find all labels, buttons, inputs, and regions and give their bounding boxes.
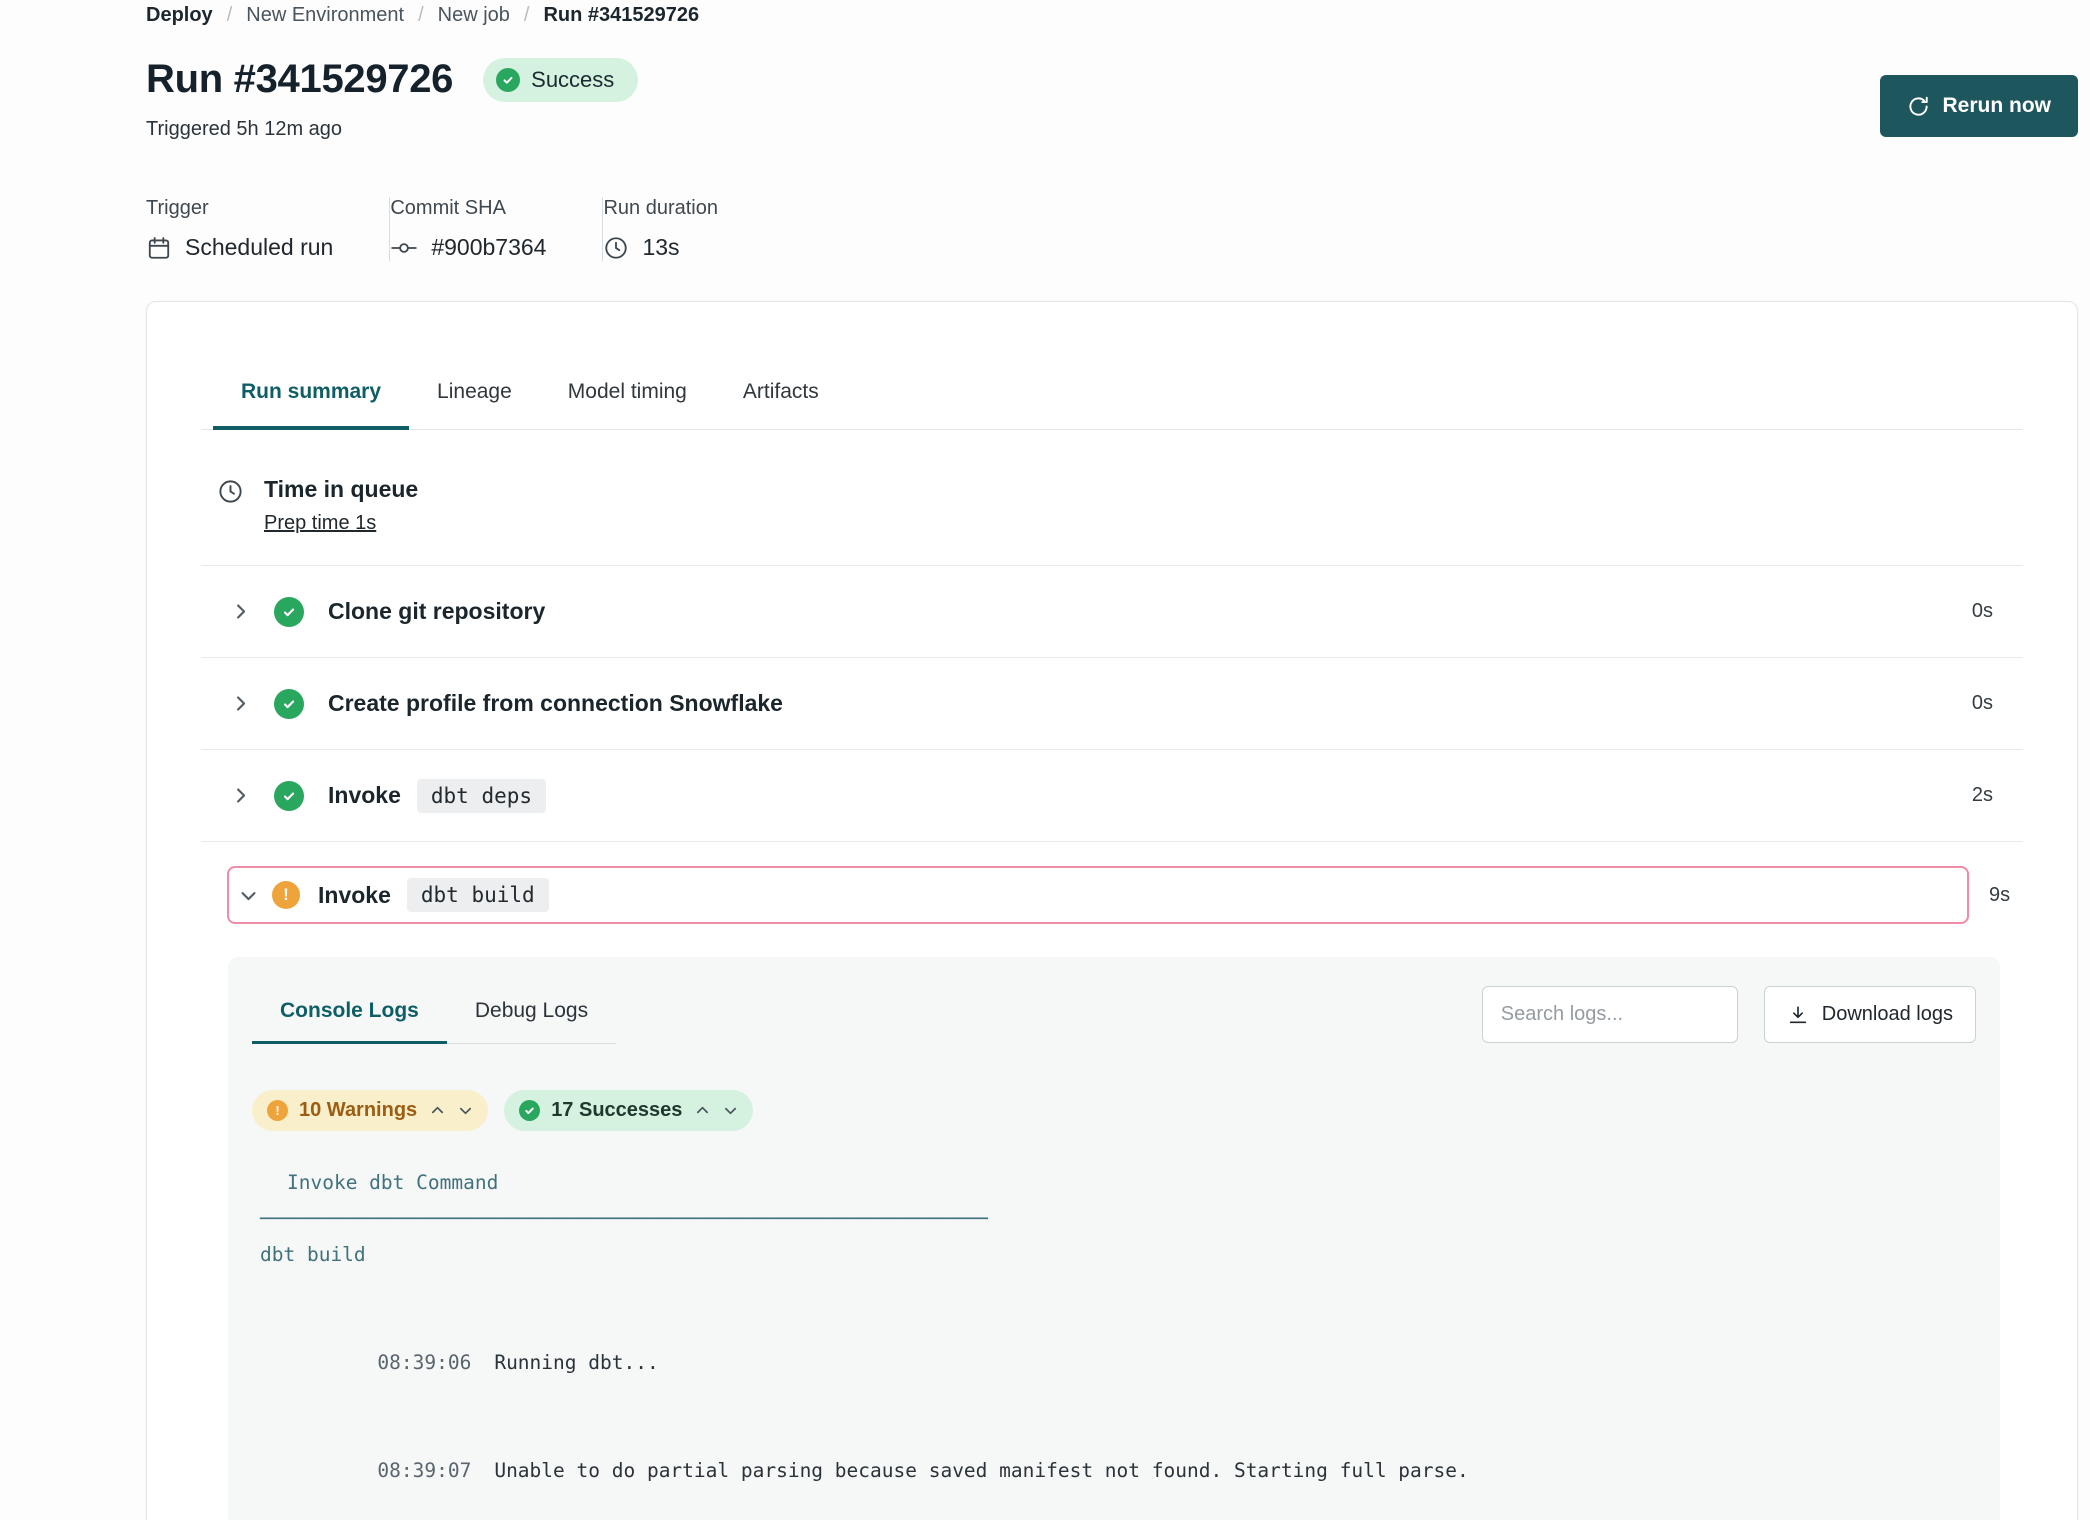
clock-icon [603, 235, 629, 261]
tab-lineage[interactable]: Lineage [409, 380, 540, 430]
tab-artifacts[interactable]: Artifacts [715, 380, 847, 430]
chevron-down-icon[interactable] [458, 1103, 473, 1118]
rerun-now-label: Rerun now [1943, 94, 2052, 118]
tab-model-timing[interactable]: Model timing [540, 380, 715, 430]
run-tabs: Run summary Lineage Model timing Artifac… [201, 380, 2023, 430]
chevron-up-icon[interactable] [430, 1103, 445, 1118]
warnings-count: 10 Warnings [299, 1099, 417, 1122]
log-message: Unable to do partial parsing because sav… [494, 1459, 1468, 1482]
log-command-header: Invoke dbt Command [252, 1165, 1976, 1201]
breadcrumb-new-job[interactable]: New job [438, 4, 510, 27]
breadcrumb-separator: / [524, 4, 530, 27]
chevron-down-icon[interactable] [239, 886, 258, 905]
step-duration: 0s [1972, 692, 1993, 715]
status-badge-label: Success [531, 67, 614, 93]
step-invoke-dbt-build[interactable]: ! Invoke dbt build [227, 866, 1969, 924]
successes-count: 17 Successes [551, 1099, 682, 1122]
step-command-chip: dbt build [407, 878, 549, 912]
step-label: Clone git repository [328, 598, 545, 625]
step-duration: 0s [1972, 600, 1993, 623]
breadcrumb-new-environment[interactable]: New Environment [246, 4, 404, 27]
chevron-right-icon[interactable] [231, 694, 250, 713]
run-duration-value: 13s [642, 234, 679, 261]
log-message: Running dbt... [494, 1351, 658, 1374]
step-duration: 9s [1989, 884, 2023, 907]
step-label: Invoke [318, 882, 391, 909]
search-logs-input[interactable] [1482, 986, 1738, 1043]
prep-time-link[interactable]: Prep time 1s [264, 512, 376, 535]
page: Deploy / New Environment / New job / Run… [146, 0, 2078, 1520]
successes-pill[interactable]: 17 Successes [504, 1090, 753, 1131]
breadcrumb-separator: / [227, 4, 233, 27]
success-check-icon [274, 689, 304, 719]
logs-header: Console Logs Debug Logs Download logs [252, 985, 1976, 1044]
rerun-now-button[interactable]: Rerun now [1880, 75, 2079, 137]
download-logs-button[interactable]: Download logs [1764, 986, 1976, 1043]
warnings-pill[interactable]: ! 10 Warnings [252, 1090, 488, 1131]
warning-icon: ! [272, 881, 300, 909]
log-line: 08:39:07 Unable to do partial parsing bec… [252, 1417, 1976, 1520]
chevron-right-icon[interactable] [231, 602, 250, 621]
tab-debug-logs[interactable]: Debug Logs [447, 985, 616, 1044]
breadcrumb-current-run: Run #341529726 [543, 4, 699, 27]
status-badge: Success [483, 58, 638, 102]
download-icon [1787, 1004, 1809, 1026]
breadcrumb-deploy[interactable]: Deploy [146, 4, 213, 27]
commit-icon [390, 235, 418, 261]
log-filter-pills: ! 10 Warnings 17 Successes [252, 1090, 1976, 1131]
tab-console-logs[interactable]: Console Logs [252, 985, 447, 1044]
step-invoke-dbt-build-row: ! Invoke dbt build 9s [227, 866, 2023, 924]
log-separator-line: ────────────────────────────────────────… [252, 1201, 1976, 1237]
log-line: 08:39:06 Running dbt... [252, 1309, 1976, 1417]
step-command-chip: dbt deps [417, 779, 546, 813]
calendar-icon [146, 235, 172, 261]
commit-sha-label: Commit SHA [390, 197, 546, 220]
chevron-down-icon[interactable] [723, 1103, 738, 1118]
log-tabs: Console Logs Debug Logs [252, 985, 616, 1044]
download-logs-label: Download logs [1822, 1003, 1953, 1026]
breadcrumb-separator: / [418, 4, 424, 27]
trigger-label: Trigger [146, 197, 333, 220]
step-invoke-dbt-deps[interactable]: Invoke dbt deps 2s [201, 750, 2023, 842]
step-label: Invoke [328, 782, 401, 809]
tab-run-summary[interactable]: Run summary [213, 380, 409, 430]
step-duration: 2s [1972, 784, 1993, 807]
meta-commit: Commit SHA #900b7364 [390, 197, 602, 261]
commit-sha-value: #900b7364 [431, 234, 546, 261]
log-output: Invoke dbt Command ─────────────────────… [252, 1165, 1976, 1520]
trigger-value: Scheduled run [185, 234, 333, 261]
success-check-icon [519, 1100, 540, 1121]
log-command: dbt build [252, 1237, 1976, 1273]
warning-icon: ! [267, 1100, 288, 1121]
clock-icon [217, 476, 244, 535]
time-in-queue-section: Time in queue Prep time 1s [201, 430, 2023, 566]
header: Run #341529726 Success Triggered 5h 12m … [146, 57, 2078, 141]
meta-duration: Run duration 13s [603, 197, 774, 261]
log-timestamp: 08:39:06 [377, 1351, 471, 1374]
log-timestamp: 08:39:07 [377, 1459, 471, 1482]
step-clone-git-repository[interactable]: Clone git repository 0s [201, 566, 2023, 658]
success-check-icon [274, 597, 304, 627]
run-meta: Trigger Scheduled run Commit SHA #900b73… [146, 197, 2078, 261]
success-check-icon [496, 68, 520, 92]
triggered-time: Triggered 5h 12m ago [146, 118, 638, 141]
meta-trigger: Trigger Scheduled run [146, 197, 389, 261]
run-card: Run summary Lineage Model timing Artifac… [146, 301, 2078, 1520]
success-check-icon [274, 781, 304, 811]
header-left: Run #341529726 Success Triggered 5h 12m … [146, 57, 638, 141]
chevron-up-icon[interactable] [695, 1103, 710, 1118]
log-blank-line [252, 1273, 1976, 1309]
page-title: Run #341529726 [146, 57, 453, 102]
chevron-right-icon[interactable] [231, 786, 250, 805]
breadcrumb: Deploy / New Environment / New job / Run… [146, 4, 2078, 27]
step-create-profile-snowflake[interactable]: Create profile from connection Snowflake… [201, 658, 2023, 750]
time-in-queue-title: Time in queue [264, 476, 418, 503]
step-label: Create profile from connection Snowflake [328, 690, 783, 717]
run-duration-label: Run duration [603, 197, 718, 220]
rerun-icon [1907, 95, 1930, 118]
logs-panel: Console Logs Debug Logs Download logs ! … [228, 957, 2000, 1520]
